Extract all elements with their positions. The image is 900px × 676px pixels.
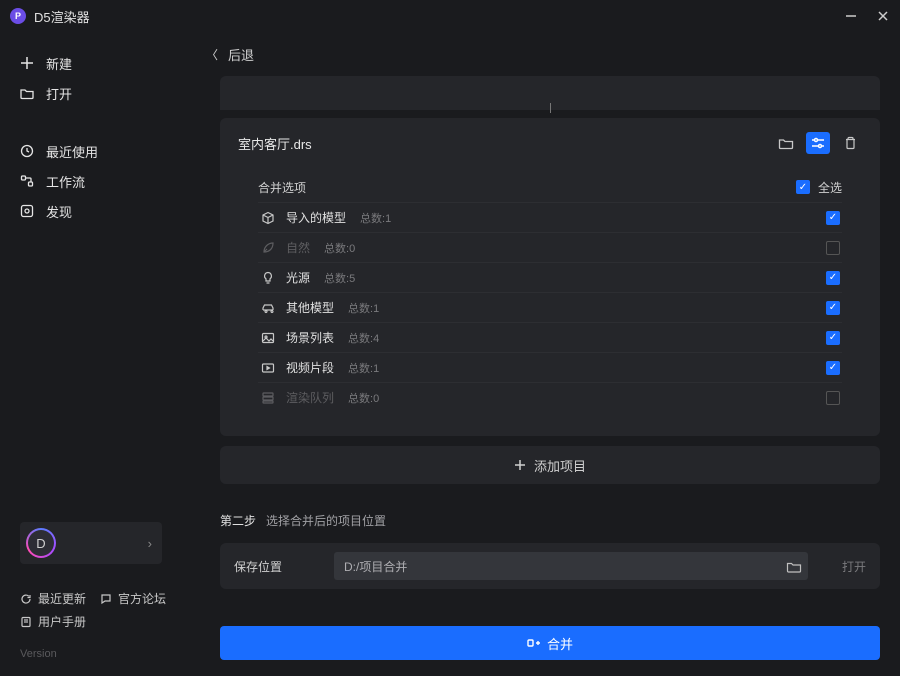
close-button[interactable] (876, 9, 890, 23)
option-count: 总数:0 (348, 390, 379, 406)
option-row[interactable]: 其他模型总数:1 ✓ (258, 292, 842, 322)
previous-card-edge (220, 76, 880, 110)
option-count: 总数:1 (348, 360, 379, 376)
file-name: 室内客厅.drs (238, 134, 312, 153)
save-path-value: D:/项目合并 (344, 558, 407, 575)
sidebar-item-label: 新建 (46, 54, 72, 73)
sidebar: 新建 打开 最近使用 工作流 发现 D › (0, 32, 180, 676)
sidebar-item-workflow[interactable]: 工作流 (20, 166, 172, 196)
merge-options-label: 合并选项 (258, 179, 306, 196)
sidebar-item-label: 工作流 (46, 172, 85, 191)
link-updates[interactable]: 最近更新 (20, 590, 86, 607)
link-label: 最近更新 (38, 590, 86, 607)
folder-icon (20, 86, 34, 100)
option-checkbox (826, 391, 840, 405)
cube-icon (260, 211, 276, 225)
car-icon (260, 301, 276, 315)
option-checkbox[interactable]: ✓ (826, 331, 840, 345)
option-count: 总数:5 (324, 270, 355, 286)
merge-button-label: 合并 (547, 634, 573, 653)
folder-icon[interactable] (786, 560, 802, 573)
link-label: 用户手册 (38, 613, 86, 630)
sidebar-item-label: 发现 (46, 202, 72, 221)
project-card: 室内客厅.drs 合并选项 (220, 118, 880, 436)
merge-button[interactable]: 合并 (220, 626, 880, 660)
link-label: 官方论坛 (118, 590, 166, 607)
option-checkbox[interactable]: ✓ (826, 361, 840, 375)
avatar: D (26, 528, 56, 558)
option-count: 总数:1 (348, 300, 379, 316)
bulb-icon (260, 271, 276, 285)
version-text: Version (20, 648, 172, 660)
add-project-label: 添加项目 (534, 456, 586, 475)
option-row[interactable]: 场景列表总数:4 ✓ (258, 322, 842, 352)
add-project-button[interactable]: 添加项目 (220, 446, 880, 484)
option-checkbox[interactable]: ✓ (826, 271, 840, 285)
chevron-left-icon: 〈 (206, 46, 218, 63)
video-icon (260, 361, 276, 375)
save-path-input[interactable]: D:/项目合并 (334, 552, 808, 580)
option-label: 渲染队列 (286, 389, 334, 406)
sidebar-item-discover[interactable]: 发现 (20, 196, 172, 226)
option-label: 自然 (286, 239, 310, 256)
option-checkbox[interactable]: ✓ (826, 301, 840, 315)
titlebar: P D5渲染器 (0, 0, 900, 32)
sidebar-item-recent[interactable]: 最近使用 (20, 136, 172, 166)
workflow-icon (20, 174, 34, 188)
browse-folder-button[interactable] (774, 132, 798, 154)
checkbox-checked-icon: ✓ (796, 180, 810, 194)
save-location-label: 保存位置 (234, 558, 304, 575)
option-count: 总数:4 (348, 330, 379, 346)
settings-button[interactable] (806, 132, 830, 154)
user-row[interactable]: D › (20, 522, 162, 564)
step2-label: 第二步 (220, 512, 256, 529)
back-button[interactable]: 〈 后退 (206, 32, 880, 76)
option-checkbox[interactable]: ✓ (826, 211, 840, 225)
option-label: 场景列表 (286, 329, 334, 346)
app-logo-icon: P (10, 8, 26, 24)
book-icon (20, 616, 32, 628)
step2-desc: 选择合并后的项目位置 (266, 512, 386, 529)
open-location-button[interactable]: 打开 (842, 558, 866, 575)
chat-icon (100, 593, 112, 605)
clock-icon (20, 144, 34, 158)
select-all-checkbox[interactable]: ✓ 全选 (796, 179, 842, 196)
option-checkbox (826, 241, 840, 255)
option-row[interactable]: 导入的模型总数:1 ✓ (258, 202, 842, 232)
minimize-button[interactable] (844, 9, 858, 23)
delete-button[interactable] (838, 132, 862, 154)
app-title: D5渲染器 (34, 7, 90, 26)
sidebar-item-label: 最近使用 (46, 142, 98, 161)
merge-icon (527, 637, 541, 649)
option-label: 导入的模型 (286, 209, 346, 226)
sidebar-item-label: 打开 (46, 84, 72, 103)
back-label: 后退 (228, 45, 254, 64)
plus-icon (514, 459, 526, 471)
option-count: 总数:1 (360, 210, 391, 226)
link-forum[interactable]: 官方论坛 (100, 590, 166, 607)
option-row: 自然总数:0 (258, 232, 842, 262)
select-all-label: 全选 (818, 179, 842, 196)
image-icon (260, 331, 276, 345)
option-label: 光源 (286, 269, 310, 286)
leaf-icon (260, 241, 276, 255)
option-label: 视频片段 (286, 359, 334, 376)
refresh-icon (20, 593, 32, 605)
option-row: 渲染队列总数:0 (258, 382, 842, 412)
option-row[interactable]: 视频片段总数:1 ✓ (258, 352, 842, 382)
link-manual[interactable]: 用户手册 (20, 613, 86, 630)
discover-icon (20, 204, 34, 218)
plus-icon (20, 56, 34, 70)
sidebar-item-open[interactable]: 打开 (20, 78, 172, 108)
chevron-right-icon: › (148, 536, 152, 551)
option-label: 其他模型 (286, 299, 334, 316)
option-count: 总数:0 (324, 240, 355, 256)
sidebar-item-new[interactable]: 新建 (20, 48, 172, 78)
queue-icon (260, 391, 276, 405)
option-row[interactable]: 光源总数:5 ✓ (258, 262, 842, 292)
